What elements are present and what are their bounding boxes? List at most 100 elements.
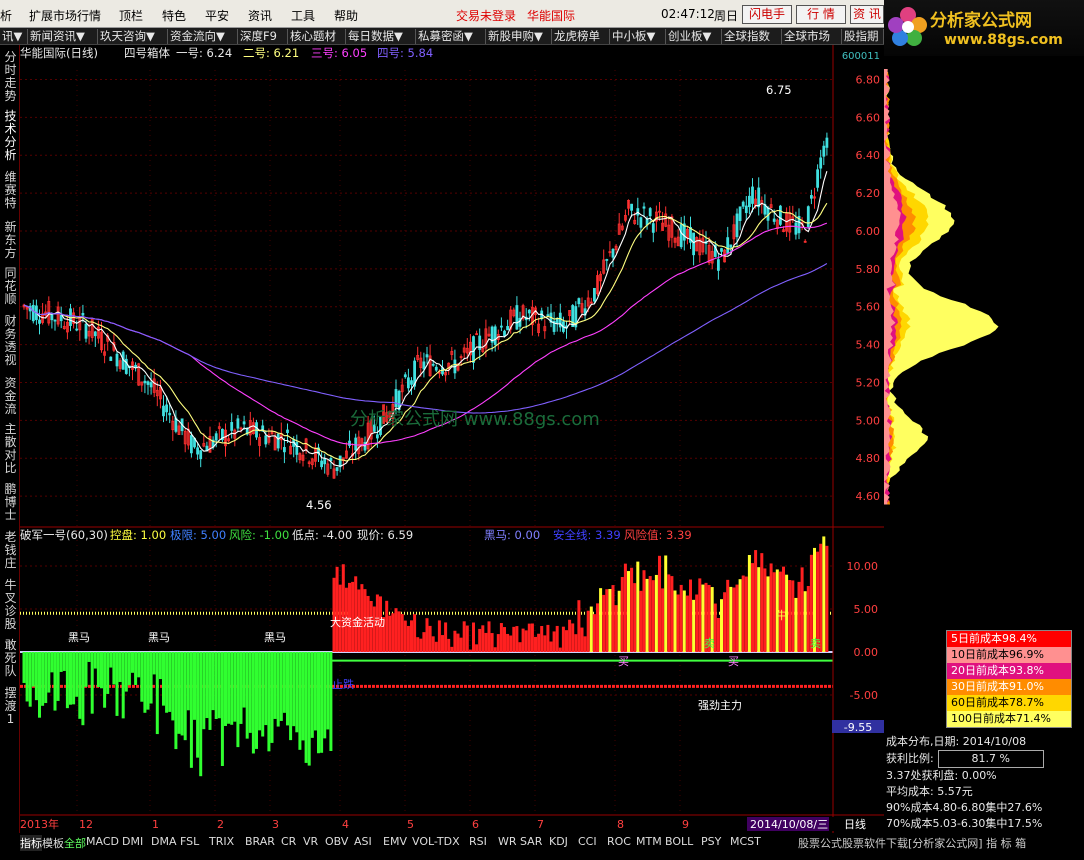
side-tab-intraday[interactable]: 分时走势 [2,51,19,103]
indicator-bar [90,652,94,714]
indicator-bar [242,652,246,708]
side-tab-baidu[interactable]: 摆渡1 [2,687,19,726]
indicator-bar [193,652,196,720]
side-tab-capital-flow[interactable]: 资金流 [2,377,19,416]
indicator-tab[interactable]: SAR [520,835,542,848]
indicator-bar [760,553,764,652]
side-tab-niucha[interactable]: 牛叉诊股 [2,579,19,631]
nav-item[interactable]: 全球指数 [722,29,782,44]
indicator-bar [456,633,460,652]
indicator-tab[interactable]: OBV [325,835,348,848]
candle-body [348,440,351,446]
side-tab-tonghuashun[interactable]: 同花顺 [2,267,19,306]
indicator-bar [726,579,730,652]
indicator-bar [475,644,479,652]
indicator-tab[interactable]: RSI [469,835,487,848]
indicator-tab[interactable]: 全部 [64,835,86,851]
nav-item[interactable]: 新闻资讯▼ [28,29,98,44]
nav-item[interactable]: 私募密函▼ [416,29,486,44]
kline-chart[interactable]: 分析家公式网 www.88gs.com 华能国际(日线) 四号箱体 一号: 6.… [20,45,884,845]
indicator-tab[interactable]: CCI [578,835,597,848]
indicator-tab[interactable]: EMV [383,835,407,848]
indicator-tab[interactable]: PSY [701,835,721,848]
nav-item[interactable]: 深度F9 [238,29,288,44]
indicator-bar [617,590,621,652]
indicator-bar [279,652,283,721]
nav-item[interactable]: 核心题材 [288,29,346,44]
nav-item[interactable]: 龙虎榜单 [552,29,610,44]
nav-item[interactable]: 讯▼ [0,29,28,44]
side-tab-laoqianzhuang[interactable]: 老钱庄 [2,531,19,570]
nav-item[interactable]: 全球市场 [782,29,842,44]
side-tab-finance[interactable]: 财务透视 [2,315,19,367]
nav-item[interactable]: 新股申购▼ [486,29,552,44]
indicator-tab[interactable]: VR [303,835,318,848]
indicator-tab[interactable]: 模板 [42,835,64,851]
candle-body [84,323,88,339]
menu-pingan[interactable]: 平安 [205,7,229,24]
strong-force-annotation: 强劲主力 [698,699,742,712]
indicator-tab[interactable]: MACD [86,835,119,848]
indicator-tab[interactable]: TRIX [209,835,234,848]
indicator-tab[interactable]: DMA [151,835,177,848]
month-label: 8 [617,818,624,831]
indicator-bar [53,652,57,711]
indicator-bar [28,652,32,707]
nav-item[interactable]: 每日数据▼ [346,29,416,44]
indicator-tab[interactable]: BRAR [245,835,275,848]
side-tab-main-vs-retail[interactable]: 主散对比 [2,423,19,475]
price-tick: 4.60 [856,490,881,503]
indicator-tab[interactable]: FSL [180,835,199,848]
indicator-tab[interactable]: CR [281,835,296,848]
indicator-bar [589,606,593,652]
flash-trade-button[interactable]: 闪电手 [742,5,792,24]
indicator-tab[interactable]: VOL-TDX [412,835,460,848]
nav-item[interactable]: 股指期 [842,29,884,44]
indicator-tab[interactable]: ROC [607,835,631,848]
menu-news[interactable]: 资讯 [248,7,272,24]
price-tick: 5.20 [856,376,881,389]
indicator-tab[interactable]: 指标 [20,835,42,851]
indicator-bar [258,652,262,731]
indicator-bar [230,652,234,725]
quote-button[interactable]: 行 情 [796,5,846,24]
indicator-tab[interactable]: DMI [122,835,143,848]
nav-item[interactable]: 中小板▼ [610,29,666,44]
indicator-tab[interactable]: MTM [636,835,662,848]
indicator-bar [152,652,156,675]
info-button[interactable]: 资 讯 [850,5,884,24]
price-tick: 6.80 [856,73,881,86]
indicator-bar [465,625,469,652]
menu-help[interactable]: 帮助 [334,7,358,24]
stop-fall-annotation: 止跌 [332,677,354,691]
nav-item[interactable]: 创业板▼ [666,29,722,44]
side-tab-technical[interactable]: 技术分析 [2,110,19,162]
menu-ext-market[interactable]: 扩展市场行情 [29,7,101,24]
indicator-bar [140,652,144,702]
side-tab-gansidui[interactable]: 敢死队 [2,639,19,678]
indicator-bar [403,620,407,652]
side-tab-xindongfang[interactable]: 新东方 [2,221,19,260]
indicator-bar [282,652,286,713]
nav-item[interactable]: 资金流向▼ [168,29,238,44]
ma-line-1-value: 一号: 6.24 [176,46,232,60]
indicator-bar [84,652,88,687]
side-tab-weisaite[interactable]: 维赛特 [2,171,19,210]
side-tab-pengboshi[interactable]: 鹏博士 [2,483,19,522]
indicator-bar [425,618,429,652]
period-label[interactable]: 日线 [844,817,866,831]
menu-analysis[interactable]: 析 [0,7,12,24]
indicator-tab[interactable]: KDJ [549,835,568,848]
candle-body [31,304,35,322]
login-status[interactable]: 交易未登录 [456,7,516,24]
indicator-tab[interactable]: WR [498,835,517,848]
menu-topbar[interactable]: 顶栏 [119,7,143,24]
menu-tools[interactable]: 工具 [291,7,315,24]
menu-features[interactable]: 特色 [162,7,186,24]
nav-item[interactable]: 玖天咨询▼ [98,29,168,44]
indicator-tab[interactable]: BOLL [665,835,693,848]
indicator-tab[interactable]: MCST [730,835,761,848]
indicator-tab[interactable]: ASI [354,835,372,848]
footer-ad[interactable]: 股票公式股票软件下载[分析家公式网] 指 标 箱 [798,835,1026,851]
low-price-label: 4.56 [306,498,332,512]
